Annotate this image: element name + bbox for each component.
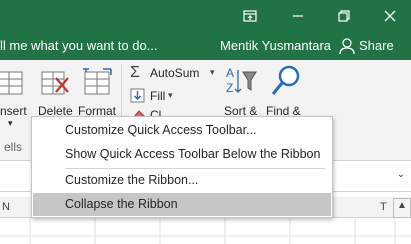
format-cells-icon xyxy=(83,68,112,95)
menu-item-show-qat-below[interactable]: Show Quick Access Toolbar Below the Ribb… xyxy=(33,143,331,166)
person-icon xyxy=(339,38,355,55)
autosum-label: AutoSum xyxy=(150,66,200,80)
svg-text:Z: Z xyxy=(226,81,233,95)
restore-icon xyxy=(338,10,350,22)
share-button[interactable]: Share xyxy=(332,34,394,58)
group-separator xyxy=(121,64,122,124)
ribbon-display-options-button[interactable] xyxy=(239,6,261,26)
title-bar: ll me what you want to do... Mentik Yusm… xyxy=(0,0,411,60)
ribbon-display-icon xyxy=(243,10,257,22)
menu-item-customize-qat[interactable]: Customize Quick Access Toolbar... xyxy=(33,119,331,142)
insert-label: nsert xyxy=(0,104,27,118)
delete-cells-icon xyxy=(41,71,69,95)
menu-item-customize-ribbon[interactable]: Customize the Ribbon... xyxy=(33,169,331,192)
close-icon xyxy=(384,10,396,22)
format-button[interactable]: Format xyxy=(76,64,120,124)
insert-cells-icon xyxy=(0,71,23,95)
sigma-icon: Σ xyxy=(130,64,140,81)
minimize-button[interactable] xyxy=(287,6,309,26)
scroll-up-button[interactable]: ▲ xyxy=(393,198,411,218)
formula-expand-icon[interactable]: ⌄ xyxy=(397,169,405,180)
cells-group-label: ells xyxy=(4,140,23,154)
menu-item-collapse-ribbon[interactable]: Collapse the Ribbon xyxy=(33,193,331,216)
minimize-icon xyxy=(293,15,303,17)
restore-button[interactable] xyxy=(333,6,355,26)
menu-item-label: Customize the Ribbon... xyxy=(65,173,199,187)
delete-button[interactable]: Delete xyxy=(36,64,74,124)
menu-item-label: Show Quick Access Toolbar Below the Ribb… xyxy=(65,147,321,161)
share-label: Share xyxy=(359,38,394,53)
scroll-up-icon: ▲ xyxy=(397,200,407,211)
user-name[interactable]: Mentik Yusmantara xyxy=(220,38,331,53)
fill-label: Fill xyxy=(150,89,166,103)
magnifier-icon xyxy=(271,65,300,95)
fill-button[interactable]: Fill ▾ xyxy=(128,86,188,106)
column-header-right[interactable]: T xyxy=(380,201,387,213)
autosum-button[interactable]: Σ AutoSum ▾ xyxy=(128,64,222,84)
menu-item-label: Customize Quick Access Toolbar... xyxy=(65,123,257,137)
column-header-left[interactable]: N xyxy=(2,201,10,213)
svg-text:A: A xyxy=(226,66,234,80)
tell-me-search[interactable]: ll me what you want to do... xyxy=(0,38,158,53)
find-select-button[interactable]: Find & xyxy=(264,64,308,124)
insert-button[interactable]: nsert xyxy=(0,64,30,124)
sort-filter-button[interactable]: A Z Sort & xyxy=(222,64,262,124)
fill-down-icon xyxy=(130,88,145,103)
close-button[interactable] xyxy=(379,6,401,26)
fill-dropdown-arrow: ▾ xyxy=(168,90,173,100)
insert-dropdown-arrow[interactable]: ▾ xyxy=(8,118,13,129)
autosum-dropdown-arrow: ▾ xyxy=(210,67,215,77)
ribbon-context-menu: Customize Quick Access Toolbar... Show Q… xyxy=(31,116,333,218)
menu-item-label: Collapse the Ribbon xyxy=(65,197,178,211)
sort-filter-icon: A Z xyxy=(226,66,257,95)
